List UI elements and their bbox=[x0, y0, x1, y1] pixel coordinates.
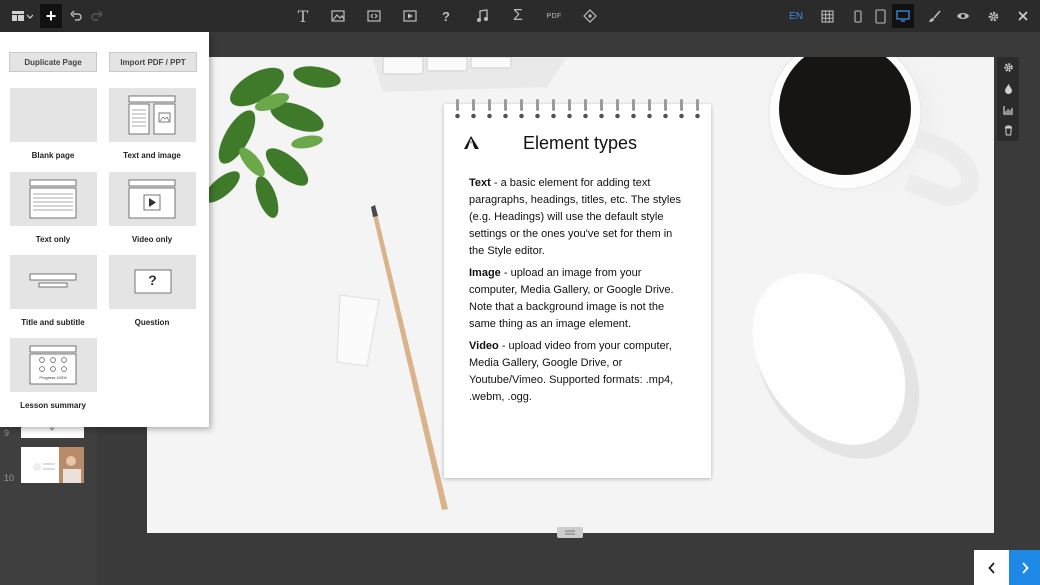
template-label: Lesson summary bbox=[20, 401, 86, 410]
preview-button[interactable] bbox=[954, 4, 972, 28]
spiral-binding bbox=[455, 99, 700, 119]
interactive-tool-button[interactable] bbox=[581, 4, 599, 28]
slide-settings-button[interactable] bbox=[997, 57, 1019, 78]
template-label: Video only bbox=[131, 235, 173, 244]
desktop-view-button[interactable] bbox=[892, 4, 914, 28]
chevron-left-icon bbox=[987, 561, 995, 574]
template-question[interactable]: ? bbox=[109, 255, 196, 309]
slide-number: 10 bbox=[4, 473, 15, 483]
question-mark-icon: ? bbox=[148, 272, 157, 288]
gear-icon bbox=[1003, 63, 1013, 72]
template-label: Question bbox=[134, 318, 170, 327]
pdf-icon: PDF bbox=[546, 12, 562, 20]
settings-icon bbox=[988, 11, 998, 21]
slide-number: 9 bbox=[4, 428, 10, 438]
term-label: Image bbox=[469, 267, 501, 279]
language-selector[interactable]: EN bbox=[786, 4, 806, 28]
image-tool-button[interactable] bbox=[329, 4, 347, 28]
term-description: - a basic element for adding text paragr… bbox=[469, 177, 681, 257]
slide-color-button[interactable] bbox=[997, 78, 1019, 99]
close-button[interactable] bbox=[1014, 4, 1032, 28]
text-tool-button[interactable]: T bbox=[294, 4, 312, 28]
video-icon bbox=[403, 10, 417, 22]
chevron-right-icon bbox=[1021, 561, 1029, 574]
progress-text: Progress 100% bbox=[39, 375, 67, 380]
drop-icon bbox=[1004, 84, 1012, 94]
duplicate-page-button[interactable]: Duplicate Page bbox=[9, 52, 97, 72]
logo-icon bbox=[464, 136, 479, 150]
canvas-resize-handle[interactable] bbox=[557, 527, 583, 538]
desktop-icon bbox=[896, 10, 910, 22]
template-title-and-subtitle[interactable] bbox=[10, 255, 97, 309]
import-pdf-ppt-button[interactable]: Import PDF / PPT bbox=[109, 52, 197, 72]
template-label: Text only bbox=[35, 235, 71, 244]
audio-icon bbox=[477, 9, 488, 22]
template-text-only[interactable] bbox=[10, 172, 97, 226]
grid-button[interactable] bbox=[818, 4, 836, 28]
term-label: Video bbox=[469, 340, 499, 352]
embed-icon bbox=[367, 10, 381, 22]
embed-tool-button[interactable] bbox=[365, 4, 383, 28]
paragraph-text: Text - a basic element for adding text p… bbox=[469, 175, 689, 260]
template-label: Text and image bbox=[123, 151, 181, 160]
redo-icon[interactable] bbox=[88, 4, 106, 28]
slide-delete-button[interactable] bbox=[997, 120, 1019, 141]
add-page-button[interactable]: + bbox=[40, 4, 62, 28]
close-icon bbox=[1018, 11, 1028, 21]
notepad-title: Element types bbox=[523, 133, 638, 153]
layout-menu-icon[interactable] bbox=[8, 4, 36, 28]
paragraph-image: Image - upload an image from your comput… bbox=[469, 265, 689, 333]
preview-icon bbox=[957, 13, 969, 19]
text-icon: T bbox=[297, 6, 309, 26]
slide-analytics-button[interactable] bbox=[997, 99, 1019, 120]
style-editor-button[interactable] bbox=[925, 4, 943, 28]
template-label: Title and subtitle bbox=[21, 318, 85, 327]
trash-icon bbox=[1004, 125, 1012, 136]
term-description: - upload video from your computer, Media… bbox=[469, 340, 674, 403]
brush-icon bbox=[928, 9, 941, 22]
template-text-and-image[interactable] bbox=[109, 88, 196, 142]
question-icon: ? bbox=[442, 8, 450, 24]
formula-icon: Σ bbox=[513, 7, 523, 24]
mobile-view-button[interactable] bbox=[849, 4, 867, 28]
notepad-body: Text - a basic element for adding text p… bbox=[469, 175, 689, 411]
formula-tool-button[interactable]: Σ bbox=[509, 4, 527, 28]
next-slide-button[interactable] bbox=[1009, 550, 1040, 585]
audio-tool-button[interactable] bbox=[473, 4, 491, 28]
template-label: Blank page bbox=[31, 151, 75, 160]
video-tool-button[interactable] bbox=[401, 4, 419, 28]
tablet-view-button[interactable] bbox=[869, 4, 891, 28]
question-tool-button[interactable]: ? bbox=[437, 4, 455, 28]
mobile-icon bbox=[854, 9, 862, 23]
add-icon: + bbox=[45, 5, 57, 26]
grid-icon bbox=[820, 9, 834, 23]
template-lesson-summary[interactable]: Progress 100% bbox=[10, 338, 97, 392]
tablet-icon bbox=[874, 8, 886, 24]
add-page-panel: Duplicate Page Import PDF / PPT Blank pa… bbox=[0, 32, 209, 427]
template-blank-page[interactable] bbox=[10, 88, 97, 142]
image-icon bbox=[331, 10, 345, 22]
slide-tools bbox=[997, 57, 1019, 141]
interactive-icon bbox=[583, 9, 597, 23]
undo-icon[interactable] bbox=[67, 4, 85, 28]
term-label: Text bbox=[469, 177, 491, 189]
slide-thumbnail[interactable] bbox=[21, 447, 84, 483]
pdf-tool-button[interactable]: PDF bbox=[543, 4, 565, 28]
settings-button[interactable] bbox=[984, 4, 1002, 28]
template-video-only[interactable] bbox=[109, 172, 196, 226]
top-toolbar: + T ? Σ PDF EN bbox=[0, 0, 1040, 32]
previous-slide-button[interactable] bbox=[974, 550, 1009, 585]
chart-icon bbox=[1002, 105, 1013, 115]
paragraph-video: Video - upload video from your computer,… bbox=[469, 338, 689, 406]
